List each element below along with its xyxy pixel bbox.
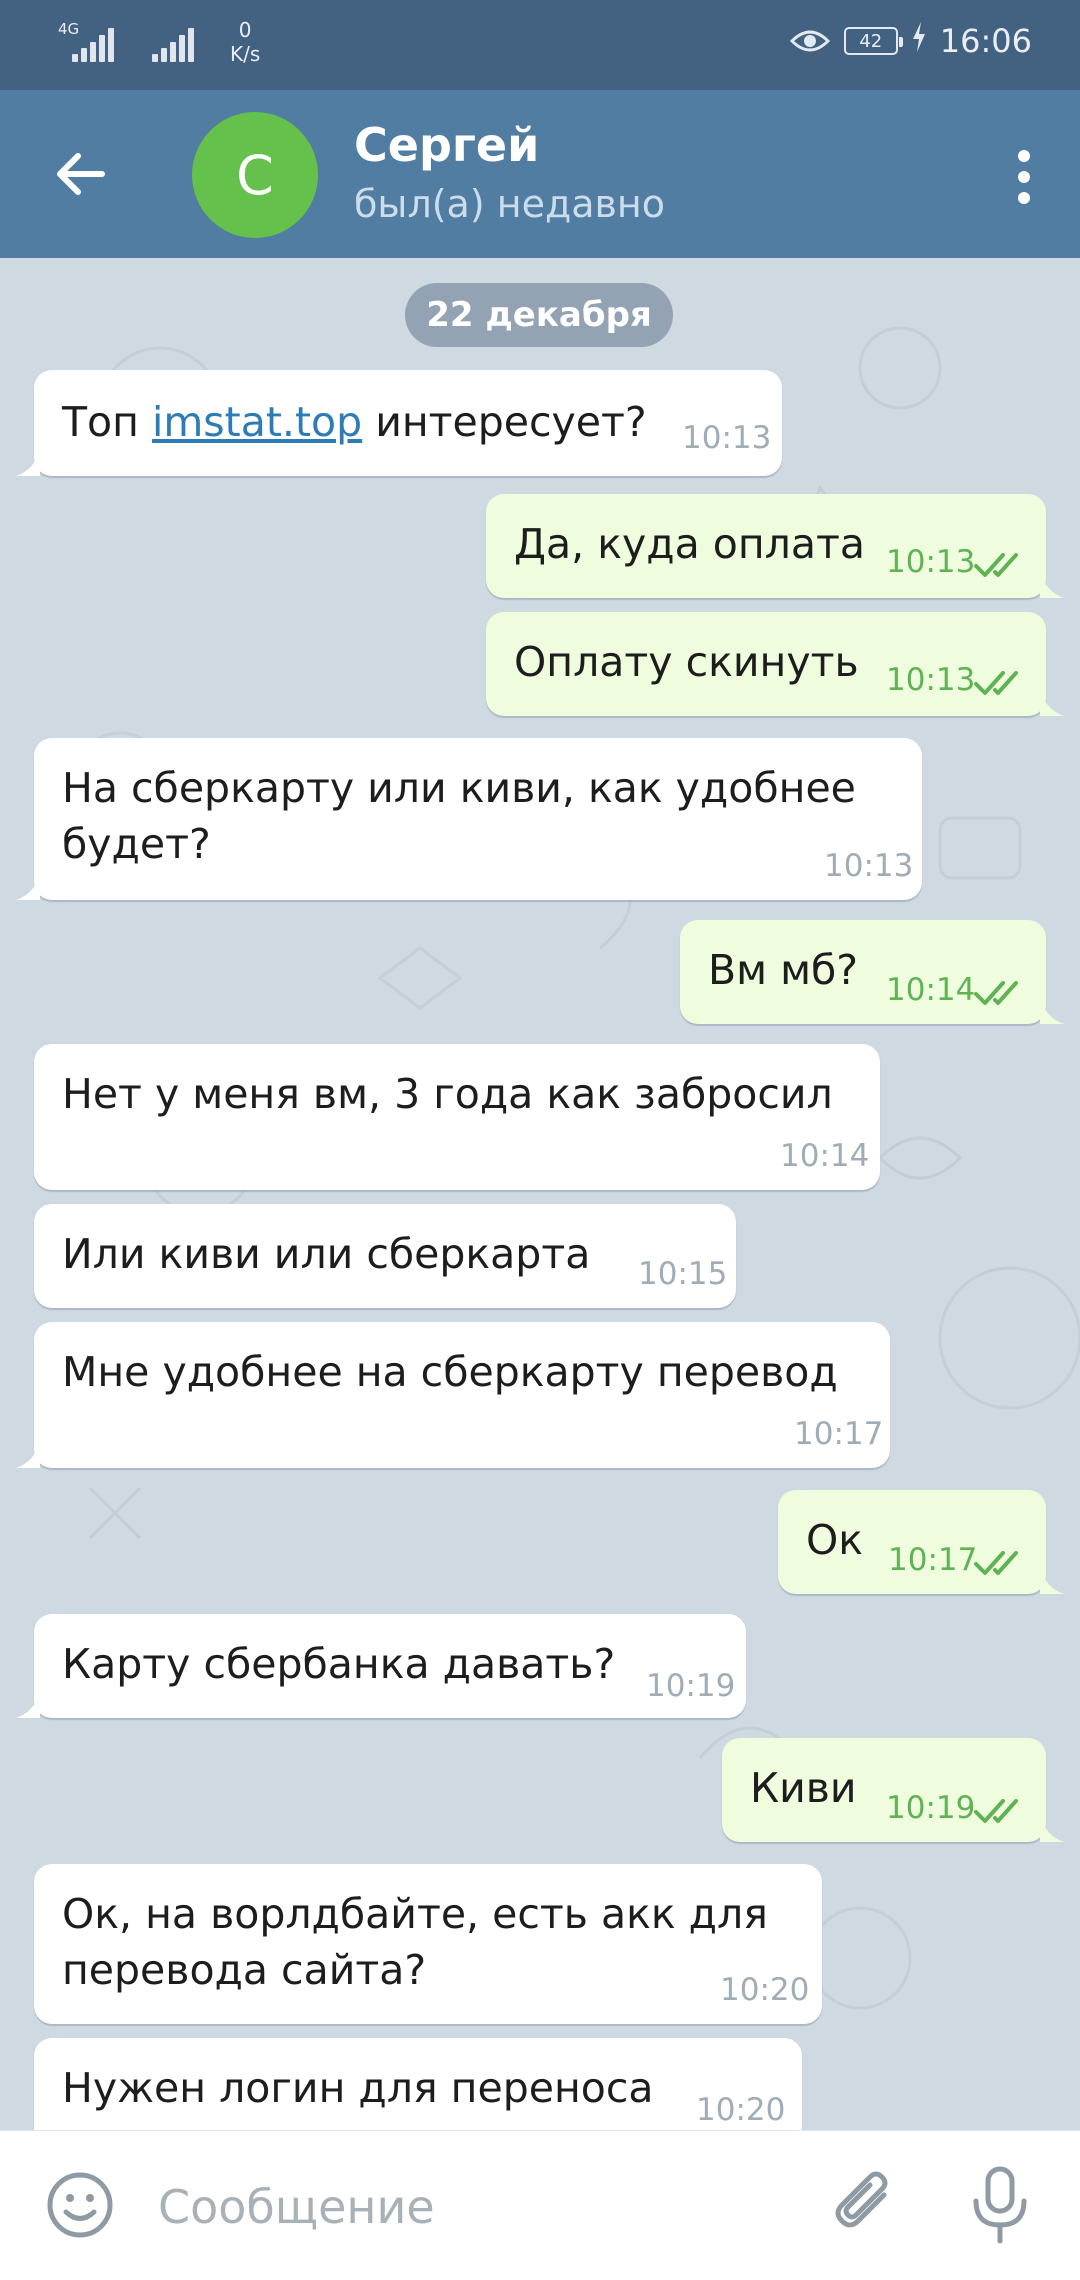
- message-text: Карту сбербанка давать?: [62, 1640, 616, 1688]
- message-outgoing[interactable]: Вм мб? 10:14: [680, 920, 1064, 1024]
- message-time: 10:15: [638, 1256, 728, 1292]
- message-time: 10:14: [886, 972, 976, 1008]
- message-incoming[interactable]: Карту сбербанка давать? 10:19: [16, 1614, 746, 1718]
- message-outgoing[interactable]: Да, куда оплата 10:13: [486, 494, 1064, 598]
- message-time: 10:13: [886, 544, 976, 580]
- message-time: 10:17: [888, 1542, 978, 1578]
- microphone-icon: [973, 2166, 1027, 2244]
- charging-icon: [912, 22, 926, 60]
- message-text-line2: будет?: [62, 820, 211, 868]
- date-separator: 22 декабря: [405, 283, 673, 347]
- telegram-chat-screen: 4G 0 K/s 42 16:06 C Сергей был(а) недавн…: [0, 0, 1080, 2280]
- second-signal-icon: [148, 22, 204, 66]
- back-button[interactable]: [50, 144, 110, 204]
- attach-button[interactable]: [826, 2165, 906, 2245]
- smiley-icon: [47, 2172, 113, 2238]
- message-text: Ок: [806, 1516, 864, 1564]
- message-time: 10:19: [886, 1790, 976, 1826]
- message-input[interactable]: [158, 2169, 778, 2245]
- contact-status: был(а) недавно: [354, 182, 666, 226]
- message-text: Или киви или сберкарта: [62, 1230, 591, 1278]
- message-text: Оплату скинуть: [514, 638, 859, 686]
- battery-level: 42: [859, 30, 883, 52]
- message-outgoing[interactable]: Оплату скинуть 10:13: [486, 612, 1064, 716]
- double-check-icon: [974, 1799, 1018, 1823]
- message-text: Мне удобнее на сберкарту перевод: [62, 1348, 838, 1396]
- paperclip-icon: [835, 2171, 888, 2228]
- double-check-icon: [974, 553, 1018, 577]
- double-check-icon: [974, 671, 1018, 695]
- message-incoming[interactable]: Нет у меня вм, 3 года как забросил 10:14: [34, 1044, 880, 1190]
- emoji-button[interactable]: [44, 2169, 116, 2241]
- message-link[interactable]: imstat.top: [152, 398, 362, 446]
- message-incoming[interactable]: Нужен логин для переноса 10:20: [34, 2038, 802, 2130]
- message-time: 10:19: [646, 1668, 736, 1704]
- status-right: 42 16:06: [789, 22, 1032, 60]
- net-speed-value: 0: [238, 18, 252, 42]
- status-left: 4G 0 K/s: [58, 18, 260, 66]
- double-check-icon: [974, 981, 1018, 1005]
- microphone-button[interactable]: [968, 2163, 1032, 2247]
- message-text: Нужен логин для переноса: [62, 2064, 654, 2112]
- arrow-left-icon: [57, 153, 105, 195]
- contact-name[interactable]: Сергей: [354, 118, 539, 172]
- message-text: Топ imstat.top интересует?: [62, 398, 647, 446]
- status-time: 16:06: [939, 22, 1032, 60]
- message-text-line2: перевода сайта?: [62, 1946, 427, 1994]
- message-incoming[interactable]: Ок, на ворлдбайте, есть акк для перевода…: [34, 1864, 822, 2024]
- battery-icon: 42: [843, 27, 903, 55]
- message-time: 10:13: [886, 662, 976, 698]
- message-incoming[interactable]: На сберкарту или киви, как удобнее будет…: [16, 738, 922, 900]
- net-speed: 0 K/s: [230, 18, 260, 66]
- message-time: 10:20: [696, 2092, 786, 2128]
- mobile-signal-icon: 4G: [58, 20, 114, 66]
- avatar-letter: C: [236, 143, 274, 207]
- message-incoming[interactable]: Топ imstat.top интересует? 10:13: [16, 370, 782, 476]
- net-speed-unit: K/s: [230, 42, 261, 66]
- message-input-bar: [0, 2130, 1080, 2280]
- message-text: Нет у меня вм, 3 года как забросил: [62, 1070, 833, 1118]
- message-text: Киви: [750, 1764, 857, 1812]
- message-incoming[interactable]: Или киви или сберкарта 10:15: [34, 1204, 736, 1308]
- message-text-line1: На сберкарту или киви, как удобнее: [62, 764, 856, 812]
- menu-button[interactable]: [994, 142, 1054, 212]
- network-type: 4G: [58, 20, 80, 38]
- message-time: 10:13: [682, 420, 772, 456]
- message-text-line1: Ок, на ворлдбайте, есть акк для: [62, 1890, 768, 1938]
- message-outgoing[interactable]: Киви 10:19: [722, 1738, 1064, 1842]
- message-incoming[interactable]: Мне удобнее на сберкарту перевод 10:17: [16, 1322, 890, 1468]
- message-time: 10:13: [824, 848, 914, 884]
- double-check-icon: [974, 1551, 1018, 1575]
- status-bar: 4G 0 K/s 42 16:06: [0, 0, 1080, 90]
- chat-header: C Сергей был(а) недавно: [0, 90, 1080, 258]
- message-time: 10:14: [780, 1138, 870, 1174]
- message-time: 10:20: [720, 1972, 810, 2008]
- message-text: Да, куда оплата: [514, 520, 865, 568]
- avatar[interactable]: C: [192, 112, 318, 238]
- chat-area[interactable]: 22 декабря Топ imstat.top интересует? 10…: [0, 258, 1080, 2130]
- message-time: 10:17: [794, 1416, 884, 1452]
- message-outgoing[interactable]: Ок 10:17: [778, 1490, 1064, 1594]
- eye-icon: [789, 27, 830, 55]
- message-text: Вм мб?: [708, 946, 859, 994]
- more-vertical-icon: [1018, 150, 1030, 204]
